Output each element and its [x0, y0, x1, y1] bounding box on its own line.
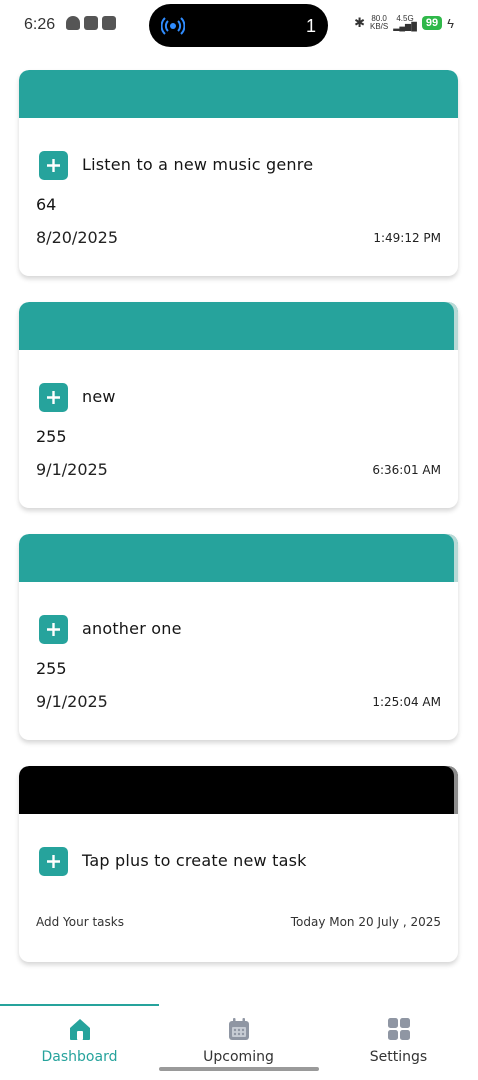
home-icon [69, 1019, 90, 1040]
grid-icon [387, 1018, 410, 1040]
nav-label-dashboard: Dashboard [41, 1049, 118, 1065]
nav-item-settings[interactable]: Settings [319, 1016, 478, 1065]
task-date: 8/20/2025 [36, 228, 119, 247]
task-count: 64 [36, 195, 57, 214]
nav-item-dashboard[interactable]: Dashboard [0, 1016, 159, 1065]
add-task-button[interactable] [39, 383, 68, 412]
task-count: 255 [36, 427, 67, 446]
add-task-button[interactable] [39, 151, 68, 180]
task-time: 1:25:04 AM [372, 695, 441, 709]
plus-icon [47, 159, 60, 172]
card-header [19, 70, 458, 118]
hotspot-icon [161, 17, 185, 35]
card-header [19, 302, 458, 350]
create-task-title: Tap plus to create new task [82, 851, 307, 870]
task-date: 9/1/2025 [36, 692, 108, 711]
add-tasks-hint: Add Your tasks [36, 915, 124, 929]
net-speed: 80.0 KB/S [370, 15, 388, 31]
island-count: 1 [305, 16, 316, 36]
task-title: new [82, 387, 116, 406]
notification-icons [66, 16, 116, 30]
app-icon [84, 16, 98, 30]
calendar-icon [228, 1018, 249, 1040]
status-bar: 6:26 1 ✱ 80.0 KB/S 4.5G ▂▄▆█ 99 ϟ [0, 0, 478, 52]
status-time: 6:26 [24, 16, 56, 33]
task-card[interactable]: new 255 9/1/2025 6:36:01 AM [19, 302, 458, 508]
network-indicator: 4.5G ▂▄▆█ [393, 15, 417, 31]
battery-level: 99 [421, 16, 443, 30]
nav-label-upcoming: Upcoming [203, 1049, 274, 1065]
snapchat-icon [66, 16, 80, 30]
home-indicator[interactable] [159, 1067, 319, 1071]
add-task-button[interactable] [39, 615, 68, 644]
plus-icon [47, 623, 60, 636]
task-card[interactable]: Listen to a new music genre 64 8/20/2025… [19, 70, 458, 276]
plus-icon [47, 855, 60, 868]
dynamic-island[interactable]: 1 [149, 4, 328, 47]
status-right: ✱ 80.0 KB/S 4.5G ▂▄▆█ 99 ϟ [354, 15, 454, 31]
today-date: Today Mon 20 July , 2025 [290, 915, 441, 929]
task-time: 1:49:12 PM [373, 231, 441, 245]
nav-label-settings: Settings [369, 1049, 428, 1065]
bluetooth-icon: ✱ [354, 15, 365, 30]
charging-icon: ϟ [447, 15, 454, 31]
card-header [19, 534, 458, 582]
task-card[interactable]: another one 255 9/1/2025 1:25:04 AM [19, 534, 458, 740]
task-title: another one [82, 619, 182, 638]
create-task-button[interactable] [39, 847, 68, 876]
card-header [19, 766, 458, 814]
task-date: 9/1/2025 [36, 460, 108, 479]
task-count: 255 [36, 659, 67, 678]
plus-icon [47, 391, 60, 404]
nav-active-indicator [0, 1004, 159, 1006]
create-task-card[interactable]: Tap plus to create new task Add Your tas… [19, 766, 458, 962]
youtube-icon [102, 16, 116, 30]
task-title: Listen to a new music genre [82, 155, 314, 174]
net-speed-unit: KB/S [369, 22, 389, 31]
signal-icon: ▂▄▆█ [393, 22, 417, 31]
nav-item-upcoming[interactable]: Upcoming [159, 1016, 318, 1065]
task-time: 6:36:01 AM [372, 463, 441, 477]
